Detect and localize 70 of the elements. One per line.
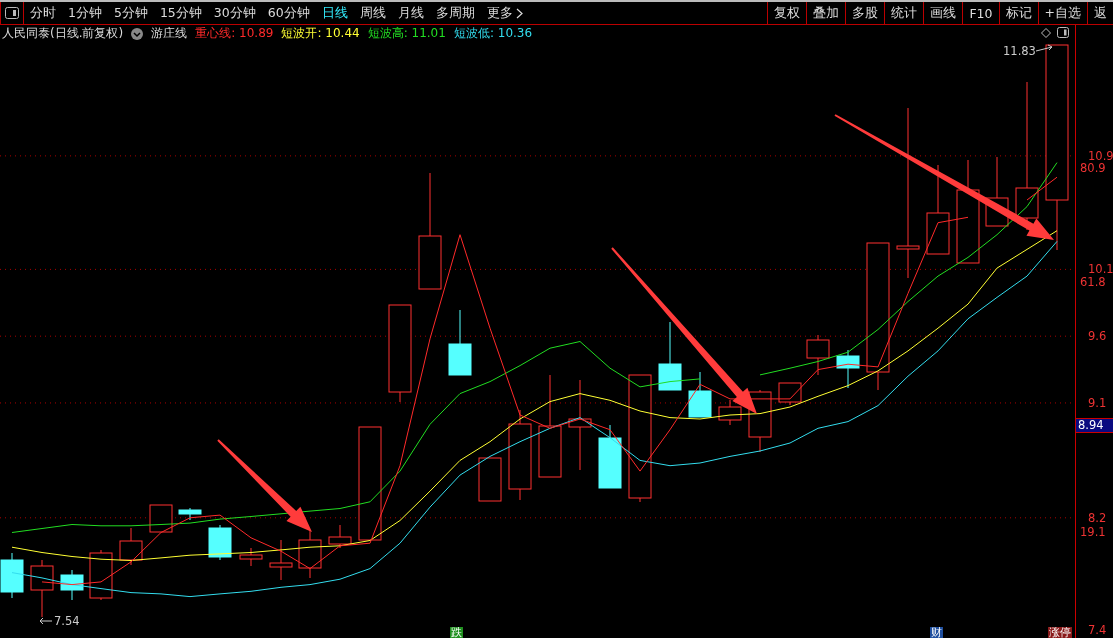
candlestick (658, 321, 682, 391)
diamond-icon[interactable] (1041, 27, 1051, 38)
axis-label: 9.6 (1088, 330, 1107, 343)
period-tab[interactable]: 30分钟 (207, 2, 262, 24)
toolbar-button[interactable]: 画线 (923, 2, 963, 24)
candlestick (688, 371, 712, 418)
candlestick (60, 569, 84, 601)
low-price-label: 7.54 (54, 614, 80, 628)
period-tab[interactable]: 多周期 (429, 2, 481, 24)
panel-toggle-icon[interactable] (1057, 27, 1069, 38)
period-tab[interactable]: 60分钟 (261, 2, 316, 24)
period-tab[interactable]: 日线 (315, 2, 354, 24)
indicator-value: 重心线: 10.89 (195, 25, 274, 42)
candlestick (208, 524, 232, 561)
candlestick (478, 457, 502, 502)
axis-label: 10.9 (1088, 149, 1113, 162)
period-tab[interactable]: 月线 (391, 2, 430, 24)
indicator-value: 短波开: 10.44 (281, 25, 360, 42)
high-price-label: 11.83 (1003, 44, 1036, 58)
indicator-value: 短波低: 10.36 (453, 25, 533, 42)
candlestick (718, 399, 742, 426)
toolbar-button[interactable]: 统计 (884, 2, 924, 24)
toolbar-button[interactable]: 多股 (845, 2, 885, 24)
candlestick (778, 382, 802, 406)
candlestick (178, 507, 202, 521)
toolbar-button[interactable]: 标记 (998, 2, 1038, 24)
current-price-tag: 8.94 (1076, 418, 1113, 433)
period-tab[interactable]: 更多 (480, 2, 529, 24)
axis-label: 61.8 (1080, 276, 1106, 288)
candlestick (328, 524, 352, 549)
candlestick (30, 559, 54, 618)
candlestick (119, 527, 143, 566)
event-marker[interactable]: 涨停 (1048, 627, 1072, 638)
toolbar-button[interactable]: F10 (962, 2, 999, 24)
candlestick (149, 504, 173, 533)
candlestick (239, 547, 263, 567)
chevron-right-icon (515, 7, 523, 19)
axis-label: 80.9 (1080, 162, 1106, 174)
axis-label: 19.1 (1080, 526, 1106, 538)
period-tab[interactable]: 1分钟 (62, 2, 108, 24)
pointer-arrow (39, 617, 53, 625)
axis-label: 10.1 (1088, 263, 1113, 276)
toolbar-button[interactable]: 复权 (767, 2, 807, 24)
axis-label: 9.1 (1088, 396, 1107, 409)
period-tab[interactable]: 15分钟 (153, 2, 208, 24)
period-tab[interactable]: 周线 (353, 2, 392, 24)
event-marker[interactable]: 财 (930, 627, 943, 638)
panel-toggle-icon[interactable] (5, 7, 19, 19)
period-tab[interactable]: 5分钟 (107, 2, 154, 24)
dropdown-icon[interactable] (131, 27, 144, 40)
candlestick (598, 424, 622, 489)
indicator-value: 短波高: 11.01 (367, 25, 446, 42)
toolbar-button[interactable]: 叠加 (806, 2, 846, 24)
period-tab[interactable]: 分时 (24, 2, 62, 24)
event-marker[interactable]: 跌 (450, 627, 463, 638)
toolbar-button[interactable]: 返 (1087, 2, 1113, 24)
candlestick (298, 529, 322, 579)
candlestick (836, 349, 860, 389)
candlestick (0, 552, 24, 599)
pointer-arrow (1035, 44, 1053, 52)
axis-label: 7.4 (1088, 624, 1107, 636)
toolbar-button[interactable]: +自选 (1037, 2, 1087, 24)
candlestick (748, 389, 772, 453)
candlestick (269, 539, 293, 581)
axis-label: 8.2 (1088, 511, 1107, 524)
indicator-name: 游庄线 (151, 25, 188, 42)
candlestick (806, 334, 830, 376)
candlestick (448, 309, 472, 376)
stock-title: 人民同泰(日线.前复权) (2, 25, 124, 42)
candlestick (89, 549, 113, 601)
